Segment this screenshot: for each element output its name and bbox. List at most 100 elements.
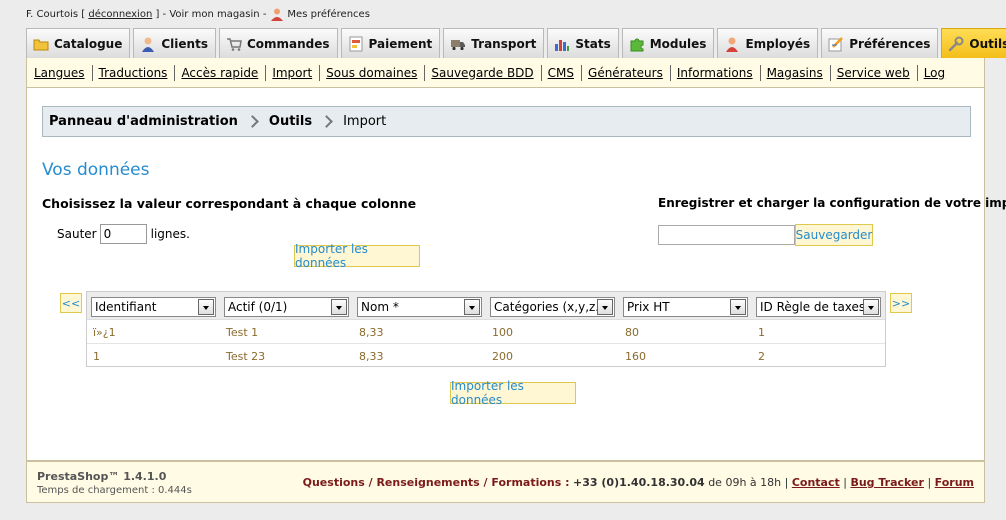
table-cell: 8,33 (359, 326, 384, 339)
chevron-down-icon (863, 299, 879, 315)
subnav-log[interactable]: Log (923, 66, 951, 80)
tab-preferences[interactable]: Préférences (821, 28, 939, 58)
chevron-down-icon (597, 299, 613, 315)
tab-catalogue[interactable]: Catalogue (26, 28, 131, 58)
table-cell: Test 1 (226, 326, 259, 339)
truck-icon (450, 36, 466, 52)
column-select-4[interactable]: Catégories (x,y,z...) (490, 297, 615, 317)
footer-contact-link[interactable]: Contact (792, 476, 840, 489)
skip-label: Sauter (57, 227, 97, 241)
table-cell: 8,33 (359, 350, 384, 363)
tab-stats[interactable]: Stats (547, 28, 619, 58)
bar-chart-icon (554, 36, 570, 52)
breadcrumb: Panneau d'administration Outils Import (42, 106, 971, 137)
footer: PrestaShop™ 1.4.1.0 Temps de chargement … (26, 461, 985, 503)
tab-modules[interactable]: Modules (621, 28, 715, 58)
select-value: Actif (0/1) (228, 300, 288, 314)
tab-label: Transport (471, 36, 537, 51)
table-cell: Test 23 (226, 350, 266, 363)
subnav-separator (540, 64, 542, 81)
skip-suffix: lignes. (150, 227, 190, 241)
footer-bug-tracker-link[interactable]: Bug Tracker (850, 476, 924, 489)
subnav-traductions[interactable]: Traductions (98, 66, 174, 80)
save-config-button[interactable]: Sauvegarder (795, 224, 873, 246)
subnav-separator (265, 64, 267, 81)
chevron-down-icon (331, 299, 347, 315)
footer-phone: +33 (0)1.40.18.30.04 (573, 476, 705, 489)
import-data-button-top[interactable]: Importer les données (294, 242, 420, 270)
customer-icon (140, 36, 156, 52)
subnav-separator (319, 64, 321, 81)
logout-link[interactable]: déconnexion (88, 9, 152, 20)
content-panel: Panneau d'administration Outils Import V… (26, 88, 1006, 461)
wrench-icon (948, 36, 964, 52)
tab-clients[interactable]: Clients (133, 28, 216, 58)
tab-employes[interactable]: Employés (717, 28, 819, 58)
tab-label: Catalogue (54, 36, 123, 51)
tab-label: Commandes (246, 36, 330, 51)
subnav-separator (829, 64, 831, 81)
subnav-sous-domaines[interactable]: Sous domaines (325, 66, 423, 80)
prev-columns-button[interactable]: << (60, 293, 82, 313)
next-columns-button[interactable]: >> (890, 293, 912, 313)
folder-icon (33, 36, 49, 52)
cart-icon (226, 36, 242, 52)
chevron-down-icon (730, 299, 746, 315)
tab-commandes[interactable]: Commandes (218, 28, 338, 58)
footer-questions: Questions / Renseignements / Formations … (302, 476, 570, 489)
subnav-magasins[interactable]: Magasins (766, 66, 829, 80)
breadcrumb-root[interactable]: Panneau d'administration (49, 114, 238, 129)
subnav-service-web[interactable]: Service web (836, 66, 916, 80)
subnav-separator (91, 64, 93, 81)
skip-lines-input[interactable] (99, 224, 147, 244)
page-title: Vos données (42, 160, 150, 180)
subnav-separator (424, 64, 426, 81)
column-select-5[interactable]: Prix HT (623, 297, 748, 317)
table-row: 1 Test 23 8,33 200 160 2 (87, 344, 885, 368)
table-cell: 160 (625, 350, 646, 363)
subnav-import[interactable]: Import (271, 66, 318, 80)
column-select-2[interactable]: Actif (0/1) (224, 297, 349, 317)
user-name: F. Courtois [ (26, 8, 86, 20)
import-preview-table: Identifiant Actif (0/1) Nom * Catégories… (86, 291, 886, 367)
breadcrumb-current: Import (343, 114, 387, 129)
view-shop-text: ] - Voir mon magasin - (155, 8, 267, 20)
tab-transport[interactable]: Transport (443, 28, 545, 58)
chevron-right-icon (246, 115, 259, 128)
config-heading: Enregistrer et charger la configuration … (658, 196, 1006, 210)
subnav-cms[interactable]: CMS (547, 66, 580, 80)
my-preferences-link[interactable]: Mes préférences (287, 9, 369, 20)
subnav-informations[interactable]: Informations (676, 66, 759, 80)
table-cell: 2 (758, 350, 765, 363)
table-cell: 1 (93, 350, 100, 363)
tab-paiement[interactable]: Paiement (340, 28, 441, 58)
tab-label: Modules (649, 36, 707, 51)
footer-forum-link[interactable]: Forum (935, 476, 974, 489)
chevron-down-icon (464, 299, 480, 315)
puzzle-icon (629, 36, 645, 52)
tab-label: Stats (575, 36, 611, 51)
breadcrumb-section[interactable]: Outils (269, 114, 312, 129)
tab-label: Outils (969, 36, 1006, 51)
table-cell: 1 (758, 326, 765, 339)
column-select-1[interactable]: Identifiant (91, 297, 216, 317)
table-cell: 100 (492, 326, 513, 339)
subnav-separator (581, 64, 583, 81)
column-select-6[interactable]: ID Règle de taxes (756, 297, 881, 317)
subnav-acces-rapide[interactable]: Accès rapide (180, 66, 264, 80)
config-name-input[interactable] (658, 225, 795, 245)
subnav-separator (916, 64, 918, 81)
tab-outils[interactable]: Outils (941, 28, 1006, 58)
subnav-langues[interactable]: Langues (33, 66, 91, 80)
import-data-button-bottom[interactable]: Importer les données (450, 379, 576, 407)
select-value: Prix HT (627, 300, 670, 314)
table-cell: 200 (492, 350, 513, 363)
column-select-3[interactable]: Nom * (357, 297, 482, 317)
subnav-generateurs[interactable]: Générateurs (587, 66, 669, 80)
subnav-sauvegarde-bdd[interactable]: Sauvegarde BDD (430, 66, 539, 80)
main-tabs: Catalogue Clients Commandes Paiement Tra… (26, 28, 1006, 58)
select-value: Identifiant (95, 300, 157, 314)
chevron-right-icon (320, 115, 333, 128)
tab-label: Employés (745, 36, 811, 51)
column-mapping-heading: Choisissez la valeur correspondant à cha… (42, 196, 417, 211)
